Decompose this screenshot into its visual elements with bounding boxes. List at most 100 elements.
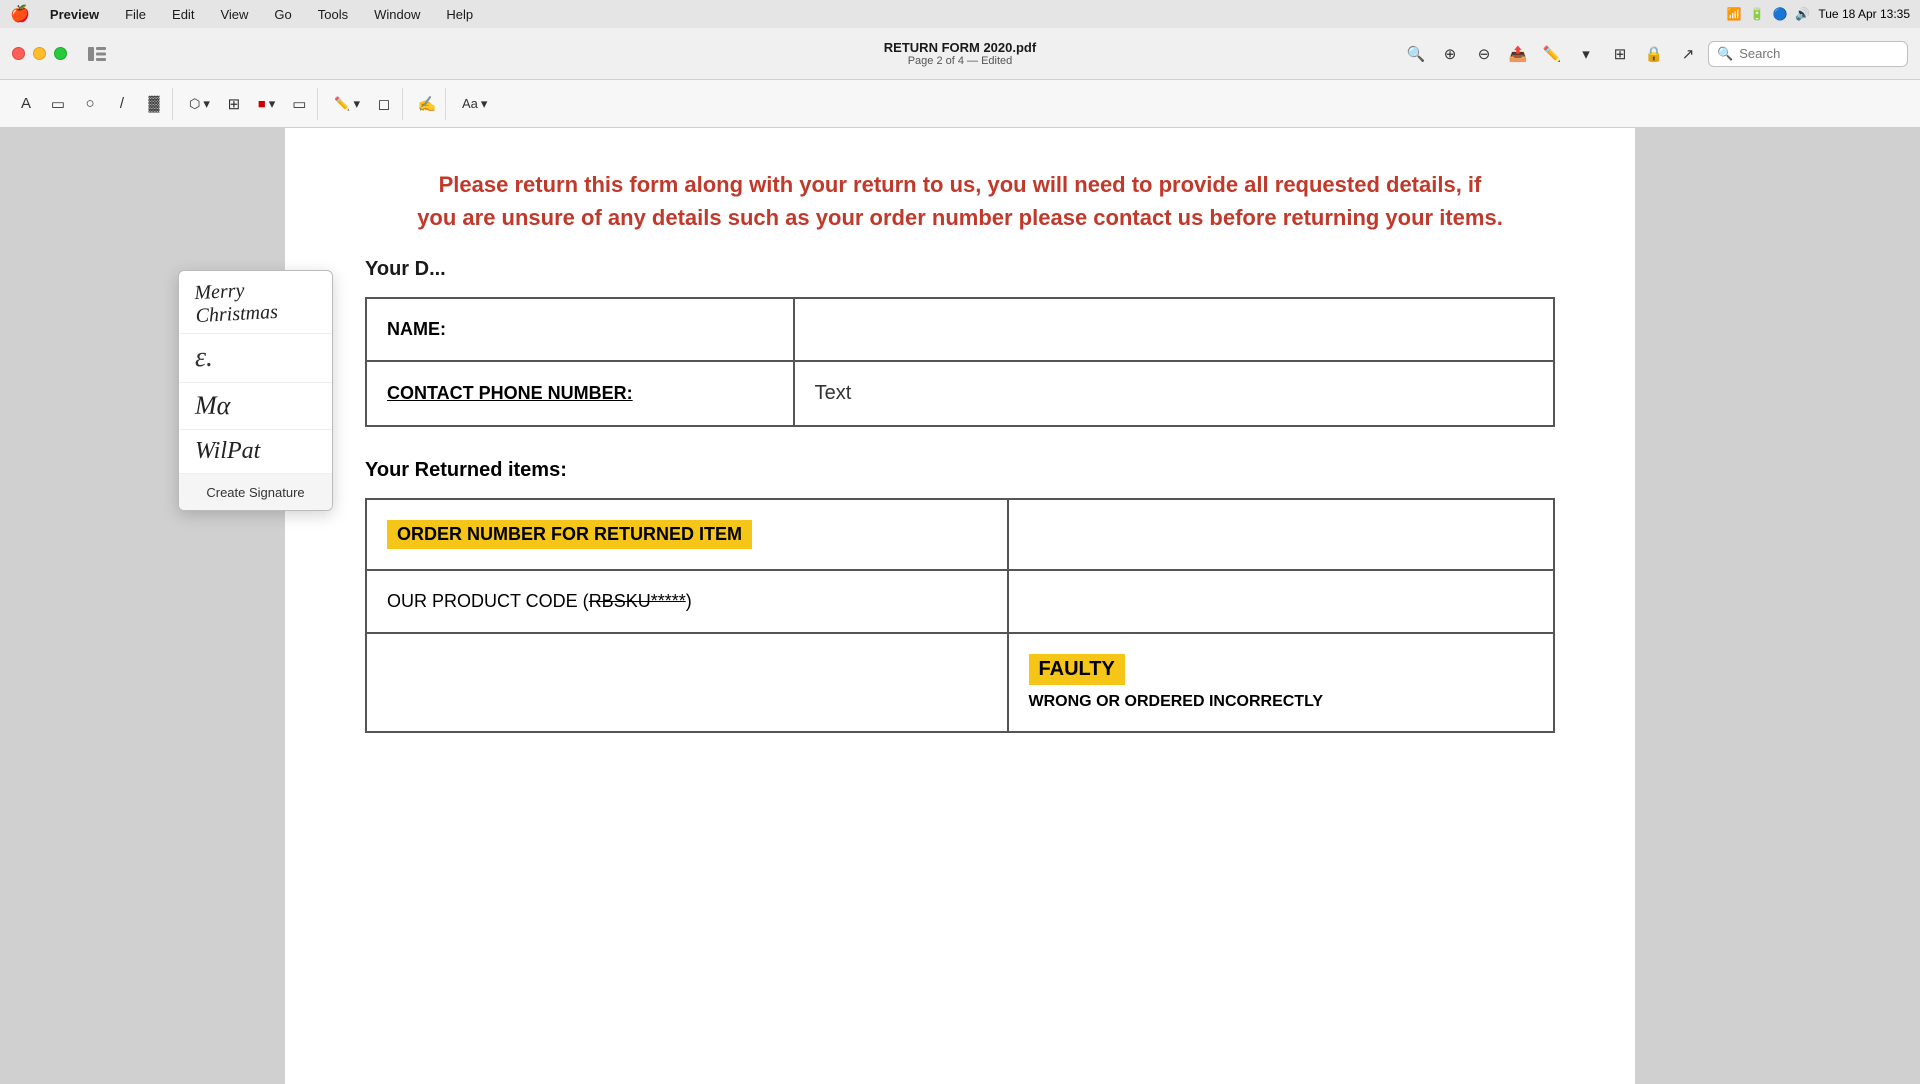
menu-window[interactable]: Window bbox=[368, 5, 426, 24]
signature-button[interactable]: ✍ bbox=[413, 90, 441, 118]
search-bar[interactable]: 🔍 bbox=[1708, 41, 1908, 67]
lock-icon[interactable]: 🔒 bbox=[1640, 40, 1668, 68]
drawing-group: ✏️ ▾ ◻ bbox=[324, 88, 403, 120]
clock-display: Tue 18 Apr 13:35 bbox=[1818, 7, 1910, 21]
zoom-in-icon[interactable]: ⊕ bbox=[1436, 40, 1464, 68]
signature-preview-2: ε. bbox=[195, 342, 213, 374]
text-tools-group: A ▭ ○ / ▓ bbox=[8, 88, 173, 120]
color-picker-button[interactable]: ■ ▾ bbox=[252, 90, 281, 118]
name-label-cell: NAME: bbox=[366, 298, 794, 361]
insert-image-button[interactable]: ⊞ bbox=[220, 90, 248, 118]
search-input[interactable] bbox=[1739, 46, 1899, 61]
zoom-out-icon[interactable]: ⊖ bbox=[1470, 40, 1498, 68]
name-label: NAME: bbox=[387, 319, 446, 339]
highlight-tool-button[interactable]: ▓ bbox=[140, 90, 168, 118]
shapes-icon: ⬡ bbox=[189, 96, 200, 112]
menu-edit[interactable]: Edit bbox=[166, 5, 200, 24]
your-details-title: Your D... bbox=[365, 258, 1555, 281]
search-icon: 🔍 bbox=[1717, 46, 1733, 62]
menu-left: 🍎 Preview File Edit View Go Tools Window… bbox=[10, 4, 479, 24]
signature-preview-4: WilPat bbox=[195, 438, 260, 465]
maximize-button[interactable] bbox=[54, 47, 67, 60]
menu-preview[interactable]: Preview bbox=[44, 5, 105, 24]
product-code-label-cell: OUR PRODUCT CODE (RBSKU*****) bbox=[366, 570, 1008, 633]
signature-group: ✍ bbox=[409, 88, 446, 120]
color-dropdown-arrow: ▾ bbox=[269, 96, 276, 112]
signature-option-4[interactable]: WilPat bbox=[179, 430, 332, 474]
phone-value: Text bbox=[815, 382, 852, 404]
sku-text: RBSKU***** bbox=[589, 591, 686, 611]
line-tool-button[interactable]: / bbox=[108, 90, 136, 118]
border-tool-button[interactable]: ▭ bbox=[285, 90, 313, 118]
signature-dropdown: Merry Christmas ε. Μα WilPat Create Sign… bbox=[178, 270, 333, 511]
minimize-button[interactable] bbox=[33, 47, 46, 60]
reason-row: FAULTY WRONG OR ORDERED INCORRECTLY bbox=[366, 633, 1554, 732]
faulty-badge: FAULTY bbox=[1029, 654, 1533, 685]
annotation-toolbar: A ▭ ○ / ▓ ⬡ ▾ ⊞ ■ ▾ ▭ ✏️ ▾ ◻ ✍ bbox=[0, 80, 1920, 128]
order-number-label: ORDER NUMBER FOR RETURNED ITEM bbox=[387, 520, 752, 549]
system-bar: 🍎 Preview File Edit View Go Tools Window… bbox=[0, 0, 1920, 28]
signature-option-3[interactable]: Μα bbox=[179, 383, 332, 430]
export-icon[interactable]: ↗ bbox=[1674, 40, 1702, 68]
eraser-tool-button[interactable]: ◻ bbox=[370, 90, 398, 118]
create-signature-button[interactable]: Create Signature bbox=[179, 474, 332, 510]
window-title: RETURN FORM 2020.pdf bbox=[884, 40, 1036, 55]
phone-label-cell: CONTACT PHONE NUMBER: bbox=[366, 361, 794, 426]
apple-logo-icon[interactable]: 🍎 bbox=[10, 4, 30, 24]
pen-tool-button[interactable]: ✏️ ▾ bbox=[328, 90, 366, 118]
markup-dropdown-icon[interactable]: ▾ bbox=[1572, 40, 1600, 68]
traffic-lights bbox=[12, 47, 67, 60]
shapes-dropdown-button[interactable]: ⬡ ▾ bbox=[183, 90, 216, 118]
pen-icon: ✏️ bbox=[334, 96, 350, 112]
pen-dropdown-arrow: ▾ bbox=[353, 96, 360, 112]
instruction-text: Please return this form along with your … bbox=[365, 168, 1555, 234]
title-area: RETURN FORM 2020.pdf Page 2 of 4 — Edite… bbox=[884, 40, 1036, 67]
markup-icon[interactable]: ✏️ bbox=[1538, 40, 1566, 68]
order-number-label-cell: ORDER NUMBER FOR RETURNED ITEM bbox=[366, 499, 1008, 570]
color-icon: ■ bbox=[258, 96, 266, 111]
menu-tools[interactable]: Tools bbox=[312, 5, 354, 24]
shapes-dropdown-arrow: ▾ bbox=[203, 96, 210, 112]
sidebar-toggle-button[interactable] bbox=[83, 40, 111, 68]
name-row: NAME: bbox=[366, 298, 1554, 361]
page-info: Page 2 of 4 — Edited bbox=[908, 55, 1013, 67]
signature-option-1[interactable]: Merry Christmas bbox=[179, 271, 332, 334]
share-icon[interactable]: 📤 bbox=[1504, 40, 1532, 68]
close-button[interactable] bbox=[12, 47, 25, 60]
titlebar-actions: 🔍 ⊕ ⊖ 📤 ✏️ ▾ ⊞ 🔒 ↗ 🔍 bbox=[1402, 40, 1908, 68]
reason-left-cell bbox=[366, 633, 1008, 732]
font-label: Aa bbox=[462, 96, 478, 111]
circle-tool-button[interactable]: ○ bbox=[76, 90, 104, 118]
items-table: ORDER NUMBER FOR RETURNED ITEM OUR PRODU… bbox=[365, 498, 1555, 733]
menu-go[interactable]: Go bbox=[268, 5, 297, 24]
rect-tool-button[interactable]: ▭ bbox=[44, 90, 72, 118]
returned-items-title: Your Returned items: bbox=[365, 459, 1555, 482]
copy-icon[interactable]: ⊞ bbox=[1606, 40, 1634, 68]
font-dropdown-arrow: ▾ bbox=[481, 96, 488, 112]
create-signature-label: Create Signature bbox=[206, 485, 304, 500]
font-group: Aa ▾ bbox=[452, 88, 497, 120]
signature-option-2[interactable]: ε. bbox=[179, 334, 332, 383]
system-tray: 📶 🔋 🔵 🔊 Tue 18 Apr 13:35 bbox=[1727, 7, 1910, 21]
insert-tools-group: ⬡ ▾ ⊞ ■ ▾ ▭ bbox=[179, 88, 318, 120]
product-code-value-cell bbox=[1008, 570, 1554, 633]
main-content: Please return this form along with your … bbox=[0, 128, 1920, 1084]
product-code-row: OUR PRODUCT CODE (RBSKU*****) bbox=[366, 570, 1554, 633]
text-tool-button[interactable]: A bbox=[12, 90, 40, 118]
font-button[interactable]: Aa ▾ bbox=[456, 90, 493, 118]
battery-icon: 🔋 bbox=[1750, 7, 1765, 21]
bluetooth-icon: 🔵 bbox=[1772, 7, 1787, 21]
annotate-icon[interactable]: 🔍 bbox=[1402, 40, 1430, 68]
wifi-icon: 📶 bbox=[1727, 7, 1742, 21]
pdf-page: Please return this form along with your … bbox=[285, 128, 1635, 1084]
menu-file[interactable]: File bbox=[119, 5, 152, 24]
wrong-item-label: WRONG OR ORDERED INCORRECTLY bbox=[1029, 693, 1533, 711]
order-number-row: ORDER NUMBER FOR RETURNED ITEM bbox=[366, 499, 1554, 570]
signature-preview-3: Μα bbox=[195, 391, 230, 421]
phone-value-cell: Text bbox=[794, 361, 1554, 426]
details-form-table: NAME: CONTACT PHONE NUMBER: Text bbox=[365, 297, 1555, 427]
product-code-label: OUR PRODUCT CODE (RBSKU*****) bbox=[387, 591, 692, 611]
sound-icon: 🔊 bbox=[1795, 7, 1810, 21]
menu-help[interactable]: Help bbox=[440, 5, 479, 24]
menu-view[interactable]: View bbox=[214, 5, 254, 24]
